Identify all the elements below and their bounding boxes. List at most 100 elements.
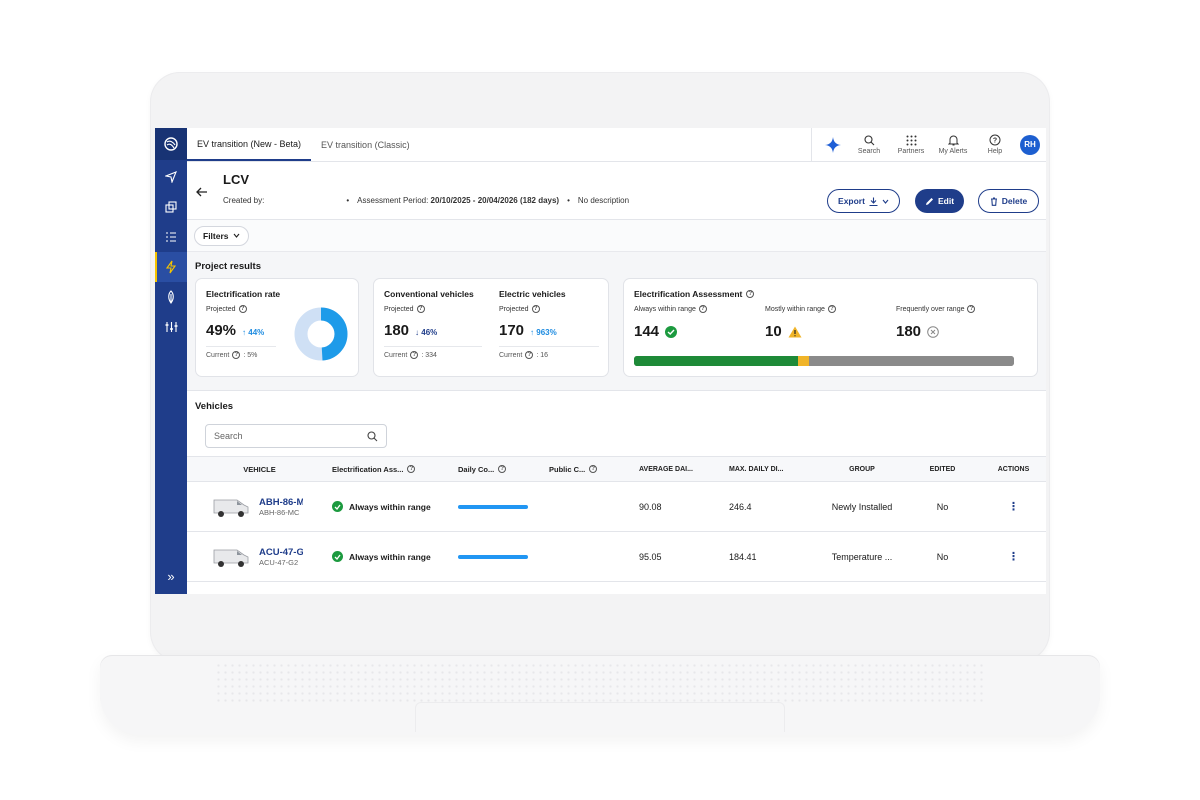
help-icon[interactable]: ? bbox=[531, 305, 540, 313]
help-icon[interactable]: ? bbox=[525, 351, 534, 359]
electrification-donut bbox=[294, 307, 348, 361]
partners-tool-label: Partners bbox=[897, 147, 925, 155]
mostly-label-row: Mostly within range? bbox=[765, 305, 836, 313]
nav-rail: » bbox=[155, 128, 187, 594]
col-max-daily[interactable]: MAX. DAILY DI... bbox=[721, 466, 813, 473]
help-icon[interactable]: ? bbox=[589, 465, 598, 473]
electric-value: 170 bbox=[499, 322, 525, 339]
help-icon[interactable]: ? bbox=[698, 305, 707, 313]
daily-coverage-bar bbox=[458, 504, 528, 509]
vehicles-search-row: Search bbox=[187, 420, 1046, 456]
trash-icon bbox=[990, 196, 997, 206]
tab-ev-transition-new[interactable]: EV transition (New - Beta) bbox=[187, 128, 312, 161]
main-content: EV transition (New - Beta) EV transition… bbox=[187, 128, 1046, 594]
filters-row: Filters bbox=[187, 220, 1046, 252]
help-icon[interactable]: ? bbox=[827, 305, 836, 313]
table-row[interactable]: ABH-86-M ABH-86-MC Always within range 9… bbox=[187, 482, 1046, 532]
edit-button[interactable]: Edit bbox=[915, 189, 964, 213]
col-label: ACTIONS bbox=[997, 465, 1030, 473]
col-vehicle[interactable]: VEHICLE bbox=[187, 465, 324, 474]
app-logo-icon[interactable] bbox=[155, 128, 187, 160]
search-tool[interactable]: Search bbox=[848, 128, 890, 161]
nav-sustainability-icon[interactable] bbox=[155, 282, 187, 312]
project-results-title: Project results bbox=[195, 261, 261, 272]
van-icon bbox=[213, 499, 249, 517]
expand-rail-icon[interactable]: » bbox=[155, 564, 187, 588]
col-average-daily[interactable]: AVERAGE DAI... bbox=[631, 466, 721, 473]
search-icon bbox=[367, 430, 378, 441]
bell-icon bbox=[947, 135, 959, 146]
nav-settings-sliders-icon[interactable] bbox=[155, 312, 187, 342]
always-label: Always within range bbox=[634, 305, 696, 313]
help-icon[interactable]: ? bbox=[746, 290, 755, 298]
electrification-rate-value-row: 49% ↑ 44% bbox=[206, 322, 264, 339]
vehicles-search-input[interactable]: Search bbox=[205, 424, 387, 448]
back-arrow-icon[interactable] bbox=[196, 184, 208, 202]
tab-ev-transition-classic[interactable]: EV transition (Classic) bbox=[311, 128, 420, 161]
close-circle-icon bbox=[927, 325, 939, 338]
vehicle-id-link[interactable]: ACU-47-G bbox=[259, 547, 303, 558]
help-icon[interactable]: ? bbox=[407, 465, 416, 473]
export-button[interactable]: Export bbox=[827, 189, 900, 213]
export-label: Export bbox=[838, 196, 865, 206]
help-icon[interactable]: ? bbox=[967, 305, 976, 313]
nav-layers-icon[interactable] bbox=[155, 192, 187, 222]
help-icon[interactable]: ? bbox=[416, 305, 425, 313]
user-avatar[interactable]: RH bbox=[1020, 134, 1040, 155]
grid-apps-icon bbox=[906, 135, 916, 145]
help-icon[interactable]: ? bbox=[232, 351, 241, 359]
vehicle-id-link[interactable]: ABH-86-M bbox=[259, 497, 303, 508]
filters-button[interactable]: Filters bbox=[194, 225, 249, 246]
table-row[interactable]: ACU-47-G ACU-47-G2 Always within range 9… bbox=[187, 532, 1046, 582]
electric-value-row: 170 ↑ 963% bbox=[499, 322, 557, 339]
row-actions-menu-icon[interactable]: ⋮ bbox=[974, 550, 1045, 563]
check-circle-icon bbox=[665, 325, 678, 338]
row-actions-menu-icon[interactable]: ⋮ bbox=[974, 500, 1045, 513]
top-actions: Search Partners My Alerts ? Help RH bbox=[811, 128, 1046, 161]
alerts-tool[interactable]: My Alerts bbox=[932, 128, 974, 161]
col-group[interactable]: GROUP bbox=[813, 466, 903, 473]
help-tool[interactable]: ? Help bbox=[974, 128, 1016, 161]
meta-separator: • bbox=[346, 196, 350, 205]
col-actions: ACTIONS bbox=[974, 466, 1045, 473]
delta-text: 963% bbox=[536, 328, 557, 337]
electrification-rate-value: 49% bbox=[206, 322, 237, 339]
projected-text: Projected bbox=[206, 305, 236, 313]
delete-button[interactable]: Delete bbox=[978, 189, 1039, 213]
mostly-label: Mostly within range bbox=[765, 305, 825, 313]
van-icon bbox=[213, 549, 249, 567]
col-daily[interactable]: Daily Co...? bbox=[450, 465, 541, 474]
chevron-down-icon bbox=[882, 199, 889, 204]
nav-checklist-icon[interactable] bbox=[155, 222, 187, 252]
vehicle-cell: ABH-86-M ABH-86-MC bbox=[187, 495, 324, 519]
projected-label: Projected? bbox=[206, 305, 247, 313]
nav-ev-transition-icon[interactable] bbox=[155, 252, 187, 282]
current-row: Current?: 5% bbox=[206, 351, 257, 359]
vehicles-table-body: ABH-86-M ABH-86-MC Always within range 9… bbox=[187, 482, 1046, 582]
col-public[interactable]: Public C...? bbox=[541, 465, 631, 474]
col-edited[interactable]: EDITED bbox=[903, 466, 974, 473]
electrification-rate-title: Electrification rate bbox=[206, 289, 281, 299]
daily-coverage-bar bbox=[458, 554, 528, 559]
keyboard-texture bbox=[215, 662, 985, 702]
help-icon[interactable]: ? bbox=[410, 351, 419, 359]
help-icon[interactable]: ? bbox=[498, 465, 507, 473]
average-daily-cell: 95.05 bbox=[639, 551, 662, 562]
electrification-rate-delta: ↑ 44% bbox=[242, 328, 265, 337]
conventional-value: 180 bbox=[384, 322, 410, 339]
bar-segment-mostly bbox=[797, 356, 810, 366]
help-icon[interactable]: ? bbox=[238, 305, 247, 313]
nav-navigation-icon[interactable] bbox=[155, 162, 187, 192]
bar-segment-frequent bbox=[809, 356, 1014, 366]
svg-text:?: ? bbox=[993, 138, 997, 145]
vehicle-sub-id: ACU-47-G2 bbox=[259, 557, 299, 567]
partners-tool[interactable]: Partners bbox=[890, 128, 932, 161]
daily-coverage-cell bbox=[450, 554, 541, 559]
filters-label: Filters bbox=[203, 230, 229, 241]
col-electrification[interactable]: Electrification Ass...? bbox=[324, 465, 450, 474]
conventional-delta: ↓ 46% bbox=[415, 328, 438, 337]
current-label: Current bbox=[206, 351, 230, 359]
ai-sparkle-icon[interactable] bbox=[818, 136, 848, 153]
frequent-value: 180 bbox=[896, 323, 922, 340]
help-icon: ? bbox=[989, 134, 1001, 146]
